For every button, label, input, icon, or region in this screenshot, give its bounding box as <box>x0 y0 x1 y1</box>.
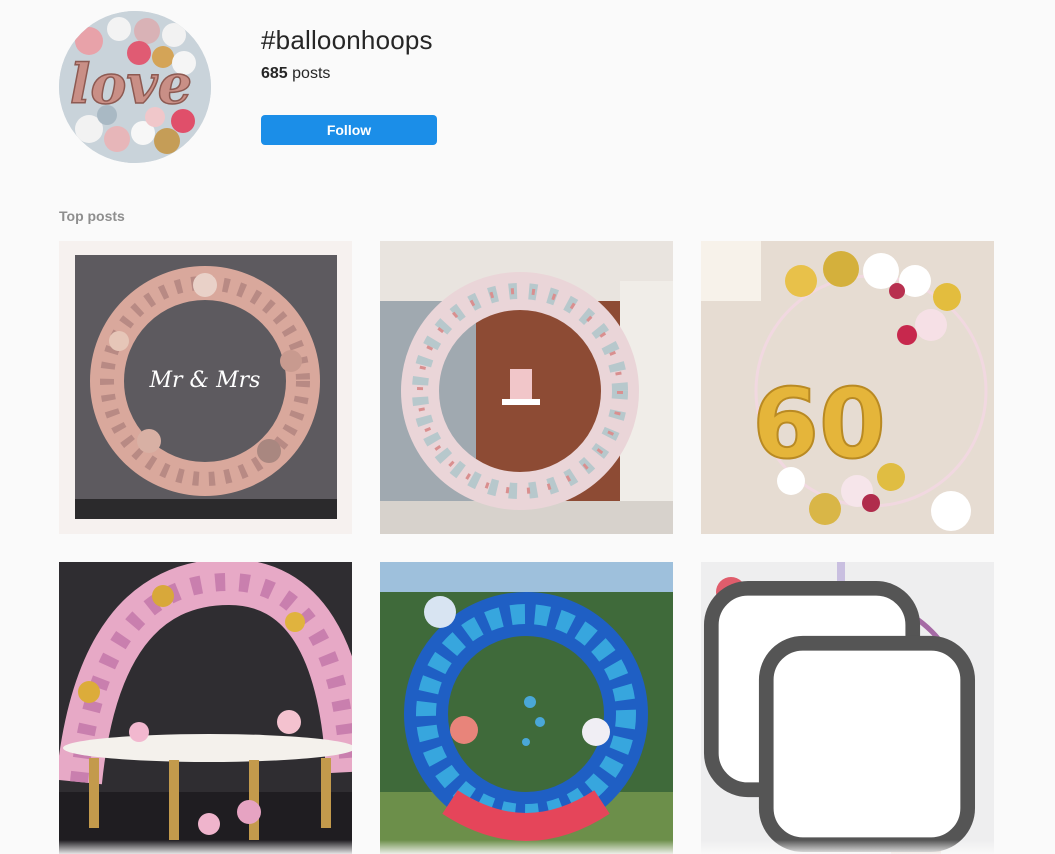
hashtag-title: #balloonhoops <box>261 25 433 55</box>
post-image-mr-mrs-hoop: Mr & Mrs <box>59 241 352 534</box>
post-overlay-text: Mr & Mrs <box>149 368 261 393</box>
bottom-fade <box>0 840 1055 854</box>
follow-button[interactable]: Follow <box>261 115 437 145</box>
post-tile[interactable] <box>380 562 673 854</box>
hashtag-avatar: love <box>59 11 211 163</box>
post-tile[interactable]: 1 <box>701 562 994 854</box>
post-tile[interactable]: Mr & Mrs <box>59 241 352 534</box>
post-tile[interactable]: 60 <box>701 241 994 534</box>
top-posts-label: Top posts <box>59 208 125 224</box>
top-posts-grid: Mr & Mrs 60 <box>59 241 994 854</box>
post-overlay-text: 60 <box>752 368 886 480</box>
posts-count-number: 685 <box>261 65 288 82</box>
posts-count-label: posts <box>287 65 331 82</box>
avatar-image: love <box>59 11 211 163</box>
post-tile[interactable] <box>380 241 673 534</box>
post-tile[interactable] <box>59 562 352 854</box>
avatar-love-text: love <box>70 52 192 116</box>
hashtag-page: love #balloonhoops 685 posts Follow Top … <box>0 0 1055 854</box>
post-image-sixty-hoop: 60 <box>701 241 994 534</box>
carousel-icon <box>703 580 976 853</box>
post-image-sea-hoop <box>380 562 673 854</box>
posts-count: 685 posts <box>261 64 330 84</box>
post-image-pink-arch-table <box>59 562 352 854</box>
post-image-floral-hoop <box>380 241 673 534</box>
